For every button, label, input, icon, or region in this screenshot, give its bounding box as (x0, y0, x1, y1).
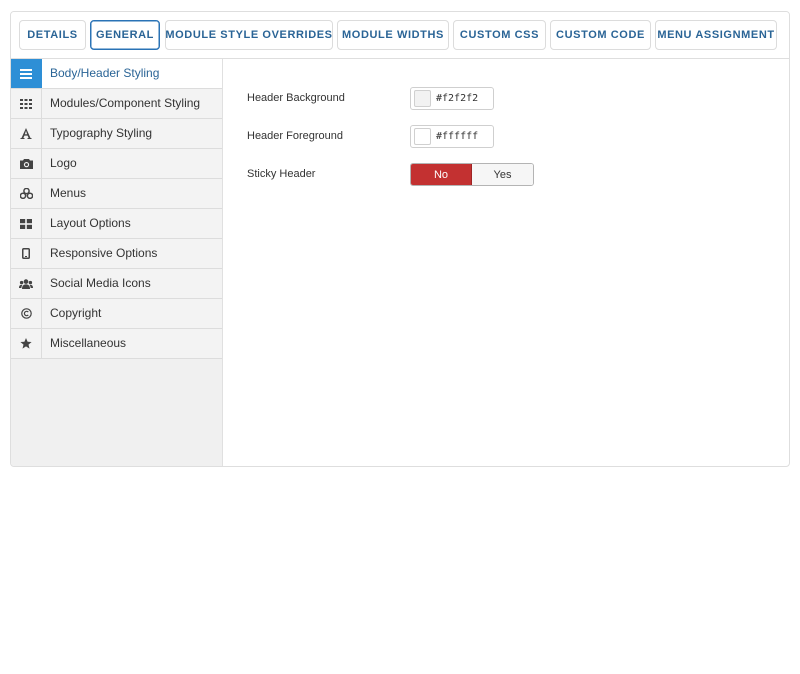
font-icon (11, 119, 42, 148)
sidebar-item-typography-styling[interactable]: Typography Styling (11, 119, 222, 149)
sidebar-item-modules-component-styling[interactable]: Modules/Component Styling (11, 89, 222, 119)
settings-panel: DETAILS GENERAL MODULE STYLE OVERRIDES M… (10, 11, 790, 467)
sidebar-item-label: Modules/Component Styling (50, 96, 201, 110)
copyright-icon (11, 299, 42, 328)
header-foreground-color-input[interactable]: #ffffff (410, 125, 494, 148)
grid-icon (11, 89, 42, 118)
sidebar-item-label: Layout Options (50, 216, 131, 230)
bars-icon (11, 59, 42, 88)
sticky-header-no-option[interactable]: No (411, 164, 472, 185)
form-content: Header Background #f2f2f2 Header Foregro… (247, 59, 787, 459)
sidebar-item-body-header-styling[interactable]: Body/Header Styling (11, 59, 222, 89)
color-swatch[interactable] (414, 90, 431, 107)
sidebar-item-label: Typography Styling (50, 126, 153, 140)
sidebar-item-label: Social Media Icons (50, 276, 151, 290)
sidebar: Body/Header Styling Modules/Component St… (11, 59, 223, 466)
sidebar-item-label: Miscellaneous (50, 336, 127, 350)
tab-bar: DETAILS GENERAL MODULE STYLE OVERRIDES M… (11, 12, 789, 59)
users-icon (11, 269, 42, 298)
header-background-label: Header Background (247, 92, 345, 104)
tab-custom-css[interactable]: CUSTOM CSS (453, 20, 546, 50)
color-swatch[interactable] (414, 128, 431, 145)
sidebar-item-copyright[interactable]: Copyright (11, 299, 222, 329)
sidebar-item-social-media-icons[interactable]: Social Media Icons (11, 269, 222, 299)
tab-module-widths[interactable]: MODULE WIDTHS (337, 20, 449, 50)
tab-custom-code[interactable]: CUSTOM CODE (550, 20, 651, 50)
color-value: #ffffff (436, 131, 479, 142)
color-value: #f2f2f2 (436, 93, 479, 104)
sidebar-item-label: Body/Header Styling (50, 66, 160, 80)
cubes-icon (11, 179, 42, 208)
sticky-header-toggle[interactable]: No Yes (410, 163, 534, 186)
sidebar-item-label: Menus (50, 186, 87, 200)
mobile-icon (11, 239, 42, 268)
sidebar-item-logo[interactable]: Logo (11, 149, 222, 179)
sidebar-item-miscellaneous[interactable]: Miscellaneous (11, 329, 222, 359)
sidebar-item-label: Logo (50, 156, 77, 170)
sidebar-item-responsive-options[interactable]: Responsive Options (11, 239, 222, 269)
tab-general[interactable]: GENERAL (90, 20, 160, 50)
sticky-header-yes-option[interactable]: Yes (472, 164, 533, 185)
tab-module-style-overrides[interactable]: MODULE STYLE OVERRIDES (165, 20, 333, 50)
sidebar-item-label: Responsive Options (50, 246, 158, 260)
sidebar-item-layout-options[interactable]: Layout Options (11, 209, 222, 239)
sidebar-item-label: Copyright (50, 306, 102, 320)
header-foreground-label: Header Foreground (247, 130, 344, 142)
sticky-header-label: Sticky Header (247, 168, 316, 180)
camera-icon (11, 149, 42, 178)
star-icon (11, 329, 42, 358)
tab-details[interactable]: DETAILS (19, 20, 86, 50)
layout-icon (11, 209, 42, 238)
sidebar-item-menus[interactable]: Menus (11, 179, 222, 209)
header-background-color-input[interactable]: #f2f2f2 (410, 87, 494, 110)
tab-menu-assignment[interactable]: MENU ASSIGNMENT (655, 20, 777, 50)
